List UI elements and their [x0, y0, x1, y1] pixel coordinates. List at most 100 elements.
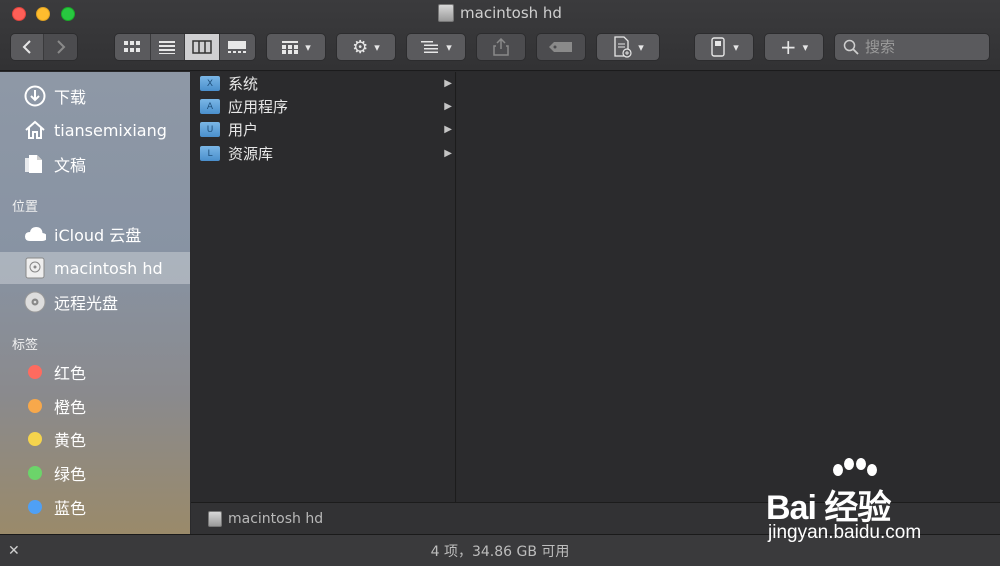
sidebar-item-label: tiansemixiang — [54, 120, 167, 140]
sidebar-tag-green[interactable]: 绿色 — [0, 457, 190, 489]
sidebar-item-label: 下载 — [54, 88, 87, 107]
group-grid-icon — [282, 41, 299, 54]
chevron-down-icon: ▾ — [733, 40, 739, 54]
window-title: macintosh hd — [0, 4, 1000, 22]
folder-label: 应用程序 — [228, 98, 289, 116]
sidebar-item-label: 蓝色 — [54, 499, 87, 518]
arrange-list-icon — [421, 41, 439, 53]
window-title-label: macintosh hd — [460, 4, 562, 22]
folder-label: 系统 — [228, 75, 259, 93]
sidebar-item-remote-disc[interactable]: 远程光盘 — [0, 286, 190, 318]
folder-label: 资源库 — [228, 145, 274, 163]
sidebar-tag-blue[interactable]: 蓝色 — [0, 491, 190, 523]
baidu-watermark: Bai 经验 jingyan.baidu.com — [766, 458, 986, 548]
view-mode-control — [114, 33, 256, 61]
new-document-button[interactable]: ▾ — [596, 33, 660, 61]
home-icon — [24, 119, 46, 141]
orange-tag-dot-icon — [28, 399, 42, 413]
chevron-down-icon: ▾ — [638, 40, 644, 54]
blue-tag-dot-icon — [28, 500, 42, 514]
gallery-icon — [228, 41, 247, 53]
browser-column-1[interactable]: X 系统 ▶ A 应用程序 ▶ U 用户 ▶ L 资源库 ▶ — [191, 72, 456, 502]
arrange-button[interactable]: ▾ — [406, 33, 466, 61]
sidebar-header-tags: 标签 — [12, 338, 39, 353]
sidebar: 下载 tiansemixiang 文稿 位置 iCloud 云盘 macinto… — [0, 72, 190, 534]
navigation-buttons — [10, 33, 78, 61]
sidebar-item-label: 远程光盘 — [54, 294, 119, 313]
back-button[interactable] — [11, 34, 45, 60]
red-tag-dot-icon — [28, 365, 42, 379]
sidebar-tag-red[interactable]: 红色 — [0, 356, 190, 388]
search-input[interactable] — [865, 38, 975, 56]
folder-row-library[interactable]: L 资源库 ▶ — [191, 142, 456, 165]
sidebar-item-label: 绿色 — [54, 465, 87, 484]
browser-column-2[interactable] — [457, 72, 1000, 502]
sidebar-tag-yellow[interactable]: 黄色 — [0, 423, 190, 455]
action-menu-button[interactable]: ⚙ ▾ — [336, 33, 396, 61]
status-text: 4 项，34.86 GB 可用 — [430, 543, 570, 560]
edit-tags-button[interactable] — [536, 33, 586, 61]
chevron-down-icon: ▾ — [305, 40, 311, 54]
tools-icon[interactable]: ✕ — [8, 543, 20, 559]
search-field[interactable] — [834, 33, 990, 61]
icon-view-button[interactable] — [115, 34, 151, 60]
add-button[interactable]: + ▾ — [764, 33, 824, 61]
users-folder-icon: U — [200, 122, 220, 137]
library-folder-icon: L — [200, 146, 220, 161]
forward-button[interactable] — [44, 34, 77, 60]
sidebar-tag-orange[interactable]: 橙色 — [0, 390, 190, 422]
document-icon — [24, 153, 46, 175]
eject-menu-button[interactable]: ▾ — [694, 33, 754, 61]
list-icon — [159, 41, 176, 54]
sidebar-item-label: 红色 — [54, 364, 87, 383]
finder-window: macintosh hd ▾ ⚙ ▾ ▾ ▾ ▾ + ▾ 搜索 下载 tians… — [0, 0, 1000, 566]
group-by-button[interactable]: ▾ — [266, 33, 326, 61]
download-icon — [24, 85, 46, 107]
sidebar-item-home[interactable]: tiansemixiang — [0, 114, 190, 146]
sidebar-item-label: 文稿 — [54, 156, 87, 175]
disclosure-arrow-icon: ▶ — [444, 148, 452, 159]
chevron-down-icon: ▾ — [374, 40, 380, 54]
sidebar-item-documents[interactable]: 文稿 — [0, 148, 190, 180]
column-view-button[interactable] — [185, 34, 220, 60]
sidebar-item-downloads[interactable]: 下载 — [0, 80, 190, 112]
cloud-icon — [24, 223, 46, 245]
share-button[interactable] — [476, 33, 526, 61]
folder-row-users[interactable]: U 用户 ▶ — [191, 118, 456, 141]
columns-icon — [192, 40, 212, 54]
search-icon — [843, 39, 859, 55]
green-tag-dot-icon — [28, 466, 42, 480]
system-folder-icon: X — [200, 76, 220, 91]
chevron-down-icon: ▾ — [802, 40, 809, 54]
sidebar-item-label: 黄色 — [54, 431, 87, 450]
usb-drive-icon — [711, 37, 725, 57]
sidebar-item-label: 橙色 — [54, 398, 87, 417]
hard-disk-icon — [208, 510, 222, 527]
sidebar-item-label: iCloud 云盘 — [54, 226, 142, 245]
grid-icon — [124, 41, 141, 52]
folder-label: 用户 — [228, 121, 259, 139]
new-document-icon — [614, 36, 632, 58]
folder-row-applications[interactable]: A 应用程序 ▶ — [191, 95, 456, 118]
share-icon — [493, 38, 509, 56]
sidebar-item-macintosh-hd[interactable]: macintosh hd — [0, 252, 190, 284]
sidebar-header-locations: 位置 — [12, 200, 39, 215]
chevron-right-icon — [56, 40, 65, 54]
gallery-view-button[interactable] — [219, 34, 255, 60]
tag-icon — [549, 42, 572, 52]
sidebar-item-label: macintosh hd — [54, 258, 163, 278]
sidebar-item-icloud[interactable]: iCloud 云盘 — [0, 218, 190, 250]
chevron-down-icon: ▾ — [446, 40, 452, 54]
optical-disc-icon — [24, 291, 46, 313]
toolbar: macintosh hd ▾ ⚙ ▾ ▾ ▾ ▾ + ▾ 搜索 — [0, 0, 1000, 71]
list-view-button[interactable] — [150, 34, 186, 60]
yellow-tag-dot-icon — [28, 432, 42, 446]
watermark-site-text: jingyan.baidu.com — [768, 522, 922, 543]
path-bar-item[interactable]: macintosh hd — [228, 511, 323, 527]
applications-folder-icon: A — [200, 99, 220, 114]
hard-disk-icon — [438, 4, 455, 22]
plus-icon: + — [779, 35, 797, 59]
disclosure-arrow-icon: ▶ — [444, 124, 452, 135]
disclosure-arrow-icon: ▶ — [444, 101, 452, 112]
folder-row-system[interactable]: X 系统 ▶ — [191, 72, 456, 95]
